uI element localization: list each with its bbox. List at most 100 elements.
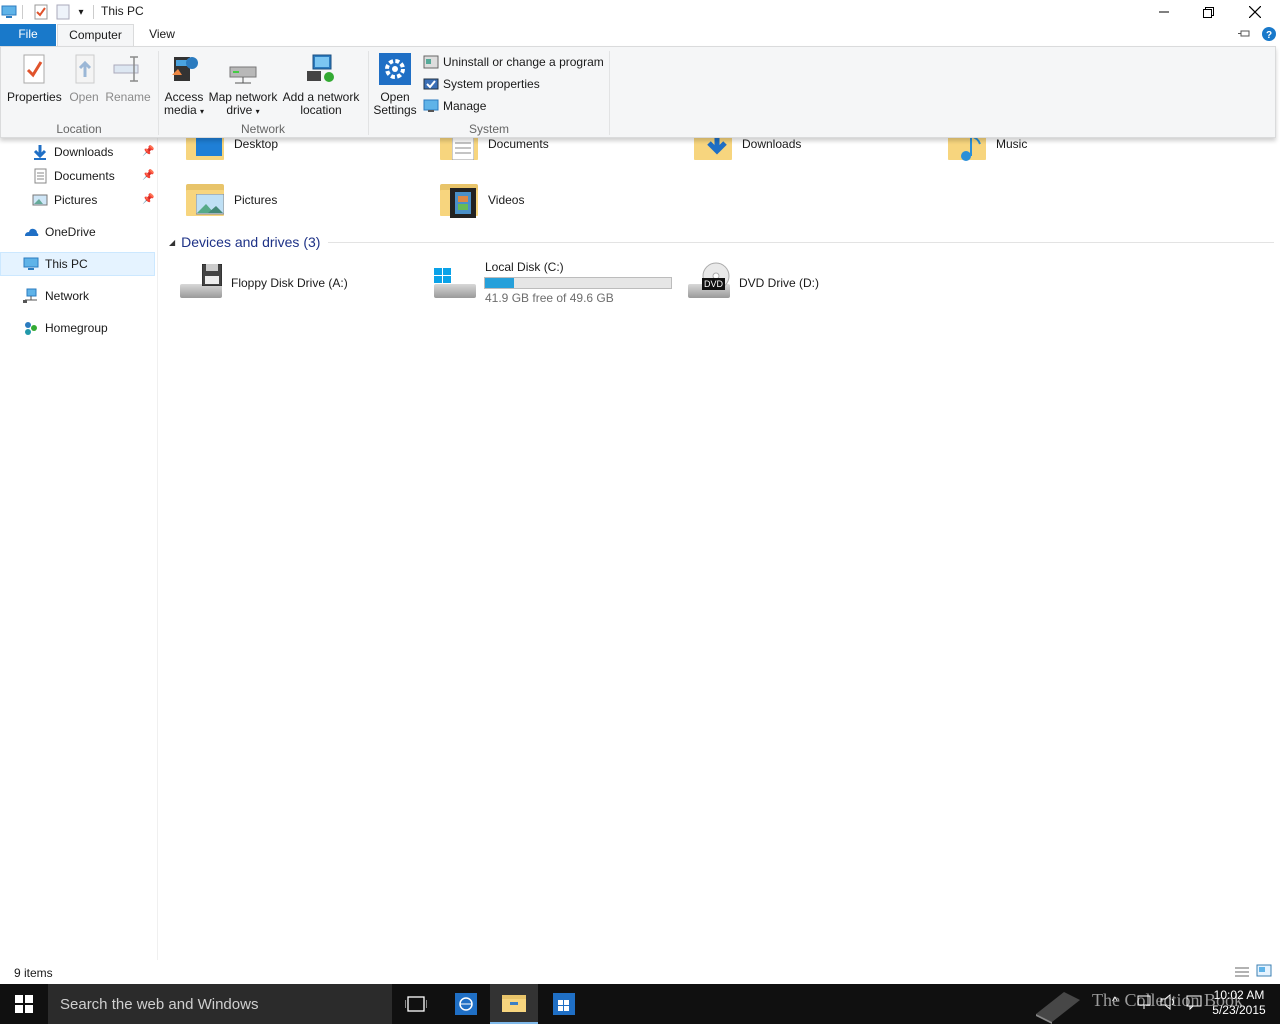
nav-item-this-pc[interactable]: This PC	[23, 252, 88, 276]
manage-icon	[423, 98, 439, 114]
this-pc-icon	[23, 256, 39, 272]
folder-videos[interactable]: Videos	[438, 180, 524, 220]
clock[interactable]: 10:02 AM 5/23/2015	[1208, 988, 1270, 1018]
folder-label: Documents	[488, 137, 549, 151]
folder-label: Music	[996, 137, 1028, 151]
pin-icon[interactable]: 📌	[142, 170, 154, 181]
uninstall-program-button[interactable]: Uninstall or change a program	[423, 53, 604, 71]
rename-button[interactable]: Rename	[105, 53, 151, 104]
map-network-drive-icon	[227, 53, 259, 85]
title-bar: ▾ This PC	[0, 0, 1280, 24]
network-tray-icon[interactable]	[1136, 994, 1152, 1013]
nav-item-pictures[interactable]: Pictures	[32, 188, 97, 212]
drive-dvd[interactable]: DVD DVD Drive (D:)	[686, 262, 926, 306]
ribbon-tabs: File Computer View ?	[0, 24, 1280, 46]
nav-item-label: Pictures	[54, 193, 98, 207]
map-network-drive-button[interactable]: Map network drive ▾	[207, 53, 279, 118]
documents-icon	[32, 168, 48, 184]
navigation-pane: Downloads 📌 Documents 📌 Pictures 📌 OneDr…	[0, 138, 158, 960]
manage-button[interactable]: Manage	[423, 97, 486, 115]
tab-file[interactable]: File	[0, 24, 56, 46]
new-folder-quick-icon[interactable]	[54, 3, 72, 21]
section-title: Devices and drives (3)	[181, 234, 321, 250]
taskbar-search-box[interactable]: Search the web and Windows	[48, 984, 392, 1024]
dvd-badge: DVD	[702, 278, 726, 290]
taskbar: Search the web and Windows The Collectio…	[0, 984, 1280, 1024]
homegroup-icon	[23, 320, 39, 336]
pin-icon[interactable]: 📌	[142, 194, 154, 205]
system-properties-label: System properties	[443, 77, 540, 91]
properties-icon	[18, 53, 50, 85]
details-view-icon[interactable]	[1234, 965, 1250, 982]
action-center-icon[interactable]	[1186, 994, 1202, 1013]
open-icon	[68, 53, 100, 85]
restore-button[interactable]	[1186, 0, 1231, 24]
nav-item-label: Network	[45, 289, 90, 303]
task-view-button[interactable]	[392, 984, 440, 1024]
nav-item-onedrive[interactable]: OneDrive	[23, 220, 96, 244]
taskbar-browser-button[interactable]	[442, 984, 490, 1024]
onedrive-icon	[23, 224, 39, 240]
open-settings-label-2: Settings	[373, 103, 417, 117]
nav-item-label: OneDrive	[45, 225, 96, 239]
pin-ribbon-icon[interactable]	[1238, 28, 1252, 42]
collapse-arrow-icon[interactable]: ◢	[169, 238, 175, 247]
settings-gear-icon	[379, 53, 411, 85]
downloads-icon	[32, 144, 48, 160]
uninstall-program-label: Uninstall or change a program	[443, 55, 604, 69]
help-icon[interactable]: ?	[1262, 27, 1276, 44]
open-button[interactable]: Open	[65, 53, 103, 104]
folder-label: Pictures	[234, 193, 278, 207]
drive-floppy[interactable]: Floppy Disk Drive (A:)	[178, 262, 418, 306]
folder-label: Downloads	[742, 137, 802, 151]
disk-usage-bar	[484, 277, 672, 289]
minimize-button[interactable]	[1141, 0, 1186, 24]
this-pc-icon[interactable]	[0, 3, 18, 21]
search-placeholder: Search the web and Windows	[60, 995, 259, 1013]
programs-icon	[423, 54, 439, 70]
file-explorer-icon	[502, 995, 526, 1012]
properties-button[interactable]: Properties	[7, 53, 62, 104]
tab-computer[interactable]: Computer	[57, 24, 134, 46]
access-media-button[interactable]: Access media ▾	[161, 53, 207, 118]
item-count: 9 items	[14, 966, 53, 980]
nav-item-documents[interactable]: Documents	[32, 164, 115, 188]
store-icon	[553, 993, 575, 1015]
customize-quick-access-icon[interactable]: ▾	[72, 3, 90, 21]
tab-view[interactable]: View	[140, 24, 184, 46]
nav-item-homegroup[interactable]: Homegroup	[23, 316, 108, 340]
devices-section-header[interactable]: ◢ Devices and drives (3)	[169, 233, 1274, 251]
dropdown-arrow-icon: ▾	[255, 107, 260, 116]
open-settings-button[interactable]: Open Settings	[371, 53, 419, 117]
pin-icon[interactable]: 📌	[142, 146, 154, 157]
watermark-book-icon	[1030, 984, 1090, 1024]
close-button[interactable]	[1232, 0, 1277, 24]
add-network-location-label-2: location	[300, 103, 342, 117]
disk-usage-fill	[485, 278, 514, 288]
window-title: This PC	[101, 4, 144, 18]
taskbar-store-button[interactable]	[540, 984, 588, 1024]
nav-item-label: Homegroup	[45, 321, 108, 335]
pictures-icon	[32, 192, 48, 208]
system-properties-button[interactable]: System properties	[423, 75, 540, 93]
folder-label: Desktop	[234, 137, 279, 151]
taskbar-file-explorer-button[interactable]	[490, 984, 538, 1024]
add-network-location-button[interactable]: Add a network location	[281, 53, 361, 117]
access-media-icon	[168, 53, 200, 85]
large-icons-view-icon[interactable]	[1256, 964, 1272, 981]
properties-label: Properties	[7, 90, 62, 104]
network-group-label: Network	[240, 122, 285, 136]
properties-quick-icon[interactable]	[32, 3, 50, 21]
volume-icon[interactable]	[1160, 993, 1178, 1013]
drive-label: DVD Drive (D:)	[739, 276, 819, 290]
minimize-icon	[1158, 11, 1169, 13]
nav-item-network[interactable]: Network	[23, 284, 89, 308]
show-hidden-icons-button[interactable]: ^	[1112, 994, 1118, 1008]
nav-item-downloads[interactable]: Downloads	[32, 140, 113, 164]
drive-local-c[interactable]: Local Disk (C:) 41.9 GB free of 49.6 GB	[432, 260, 682, 308]
dropdown-arrow-icon: ▾	[200, 107, 205, 116]
folder-pictures[interactable]: Pictures	[184, 180, 277, 220]
browser-icon	[455, 993, 477, 1015]
drive-label: Local Disk (C:)	[485, 260, 564, 274]
start-button[interactable]	[0, 984, 48, 1024]
